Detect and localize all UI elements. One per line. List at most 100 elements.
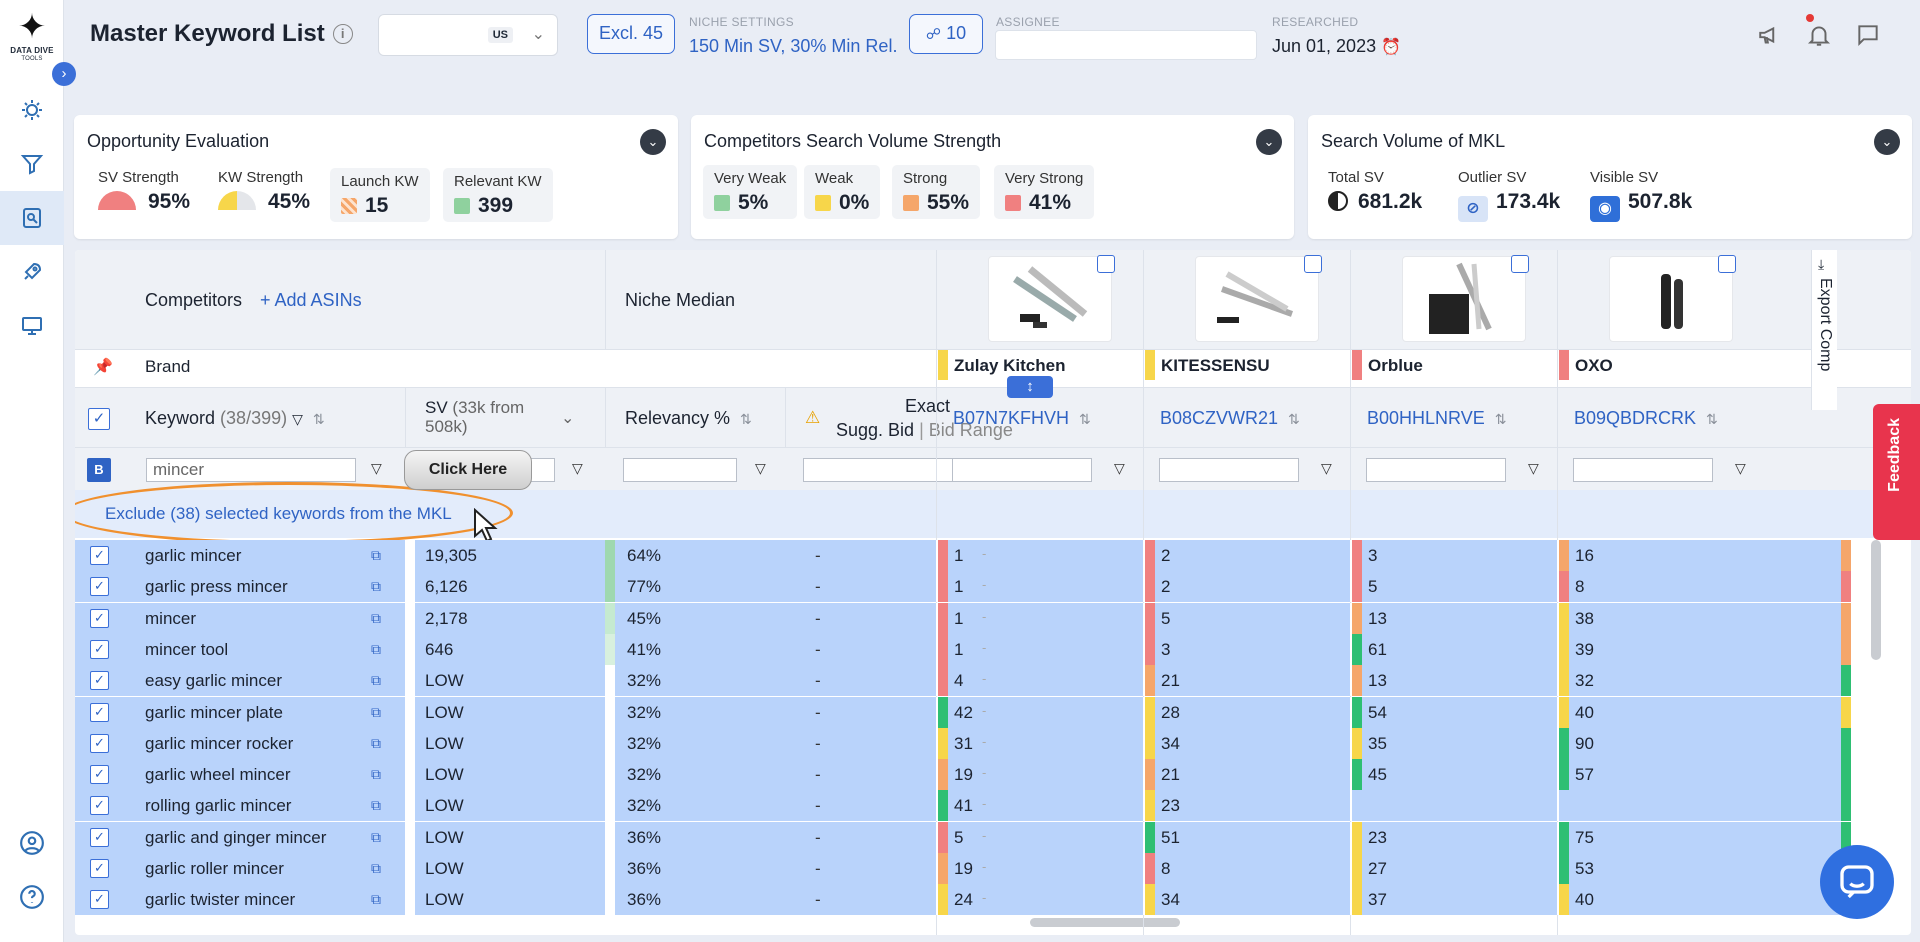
sort-icon[interactable]: ⇅ [1079,411,1091,427]
filter-icon[interactable]: ▽ [292,411,303,427]
sort-icon[interactable]: ⇅ [1495,411,1507,427]
asin-column-header[interactable]: B09QBDRCRK ⇅ [1574,408,1718,429]
table-row[interactable]: ✓ garlic and ginger mincer ⧉ LOW 36% - - 5 51 23 7… [75,821,1851,853]
external-link-icon[interactable]: ⧉ [371,735,381,752]
external-link-icon[interactable]: ⧉ [371,766,381,783]
table-row[interactable]: ✓ mincer ⧉ 2,178 45% - - 1 5 13 38 [75,602,1851,634]
chevron-down-icon[interactable]: ⌄ [1874,129,1900,155]
competitor-select-checkbox[interactable] [1097,255,1115,273]
eye-icon[interactable]: ◉ [1590,196,1620,222]
external-link-icon[interactable]: ⧉ [371,672,381,689]
pin-icon[interactable]: 📌 [93,357,113,377]
table-row[interactable]: ✓ garlic mincer ⧉ 19,305 64% - - 1 2 3 16 [75,540,1851,571]
asin-filter-input[interactable] [952,458,1092,482]
support-chat-button[interactable] [1820,845,1894,919]
chevron-down-icon[interactable]: ⌄ [561,408,574,428]
product-image[interactable] [1402,256,1526,342]
table-row[interactable]: ✓ garlic mincer plate ⧉ LOW 32% - -42 28 54 40 [75,696,1851,728]
relevancy-filter-input[interactable] [623,458,737,482]
product-image[interactable] [1609,256,1733,342]
external-link-icon[interactable]: ⧉ [371,578,381,595]
asin-filter-input[interactable] [1366,458,1506,482]
external-link-icon[interactable]: ⧉ [371,641,381,658]
launch-kw-metric[interactable]: Launch KW 15 [330,168,430,222]
row-checkbox[interactable]: ✓ [90,765,109,785]
marketplace-select[interactable]: US ⌄ [378,14,558,56]
nav-help[interactable] [0,870,64,924]
filter-icon[interactable]: ▽ [1321,460,1332,477]
external-link-icon[interactable]: ⧉ [371,797,381,814]
megaphone-icon[interactable] [1757,22,1783,53]
row-checkbox[interactable]: ✓ [90,608,109,628]
assignee-input[interactable] [995,30,1257,60]
row-checkbox[interactable]: ✓ [90,796,109,816]
table-row[interactable]: ✓ mincer tool ⧉ 646 41% - - 1 3 61 39 [75,633,1851,665]
filter-icon[interactable]: ▽ [572,460,583,477]
chat-icon[interactable] [1855,22,1881,53]
row-checkbox[interactable]: ✓ [90,702,109,722]
external-link-icon[interactable]: ⧉ [371,891,381,908]
sort-icon[interactable]: ⇅ [1706,411,1718,427]
bulk-action-badge[interactable]: B [87,458,111,482]
relevant-kw-metric[interactable]: Relevant KW 399 [443,168,553,222]
asin-column-header[interactable]: B07N7KFHVH ⇅ [953,408,1091,429]
excluded-keywords-button[interactable]: Excl. 45 [587,14,675,54]
niche-settings-value[interactable]: 150 Min SV, 30% Min Rel. [689,36,897,57]
sort-icon[interactable]: ⇅ [313,411,325,427]
filter-icon[interactable]: ▽ [1735,460,1746,477]
asin-filter-input[interactable] [1159,458,1299,482]
row-checkbox[interactable]: ✓ [90,546,109,565]
external-link-icon[interactable]: ⧉ [371,547,381,564]
nav-monitor[interactable] [0,299,64,353]
competitor-select-checkbox[interactable] [1304,255,1322,273]
feedback-tab[interactable]: Feedback [1873,404,1920,540]
row-checkbox[interactable]: ✓ [90,639,109,659]
select-all-checkbox[interactable]: ✓ [88,408,110,430]
bid-filter-input[interactable] [803,458,975,482]
eye-off-icon[interactable]: ⊘ [1458,196,1488,222]
keyword-filter-input[interactable] [146,458,356,482]
table-row[interactable]: ✓ rolling garlic mincer ⧉ LOW 32% - -41 23 [75,790,1851,822]
chevron-down-icon[interactable]: ⌄ [1256,129,1282,155]
row-checkbox[interactable]: ✓ [90,733,109,753]
filter-icon[interactable]: ▽ [371,460,382,477]
row-checkbox[interactable]: ✓ [90,827,109,847]
sort-icon[interactable]: ⇅ [740,411,752,427]
alarm-clock-icon[interactable]: ⏰ [1381,39,1401,56]
info-icon[interactable]: i [332,24,353,44]
filter-icon[interactable]: ▽ [1528,460,1539,477]
competitor-select-checkbox[interactable] [1718,255,1736,273]
external-link-icon[interactable]: ⧉ [371,860,381,877]
filter-icon[interactable]: ▽ [755,460,766,477]
external-link-icon[interactable]: ⧉ [371,704,381,721]
asin-filter-input[interactable] [1573,458,1713,482]
asin-column-header[interactable]: B00HHLNRVE ⇅ [1367,408,1506,429]
product-image[interactable] [1195,256,1319,342]
row-checkbox[interactable]: ✓ [90,577,109,597]
sort-icon[interactable]: ⇅ [1288,411,1300,427]
nav-ideas[interactable] [0,83,64,137]
nav-keyword-list[interactable] [0,191,64,245]
sv-column-header[interactable]: SV (33k from 508k) [425,398,565,436]
external-link-icon[interactable]: ⧉ [371,829,381,846]
table-row[interactable]: ✓ garlic wheel mincer ⧉ LOW 32% - -19 21 45 57 [75,759,1851,791]
export-comp-tab[interactable]: ⤓ Export Comp [1811,250,1837,410]
relevancy-column-header[interactable]: Relevancy % ⇅ [625,408,752,429]
external-link-icon[interactable]: ⧉ [371,610,381,627]
row-checkbox[interactable]: ✓ [90,859,109,878]
table-row[interactable]: ✓ garlic twister mincer ⧉ LOW 36% - -24 34 37 40 [75,884,1851,916]
product-image[interactable] [988,256,1112,342]
bell-icon[interactable] [1806,22,1832,53]
horizontal-scrollbar[interactable] [1030,918,1180,927]
share-button[interactable]: ☍ 10 [909,14,983,54]
row-checkbox[interactable]: ✓ [90,671,109,691]
vertical-scrollbar[interactable] [1871,540,1881,660]
table-row[interactable]: ✓ easy garlic mincer ⧉ LOW 32% - - 4 21 13 32 [75,665,1851,697]
row-checkbox[interactable]: ✓ [90,890,109,910]
keyword-column-header[interactable]: Keyword (38/399) ▽ ⇅ [145,408,325,429]
add-asins-button[interactable]: + Add ASINs [260,290,362,311]
asin-column-header[interactable]: B08CZVWR21 ⇅ [1160,408,1300,429]
filter-icon[interactable]: ▽ [1114,460,1125,477]
competitor-select-checkbox[interactable] [1511,255,1529,273]
nav-launch[interactable] [0,245,64,299]
